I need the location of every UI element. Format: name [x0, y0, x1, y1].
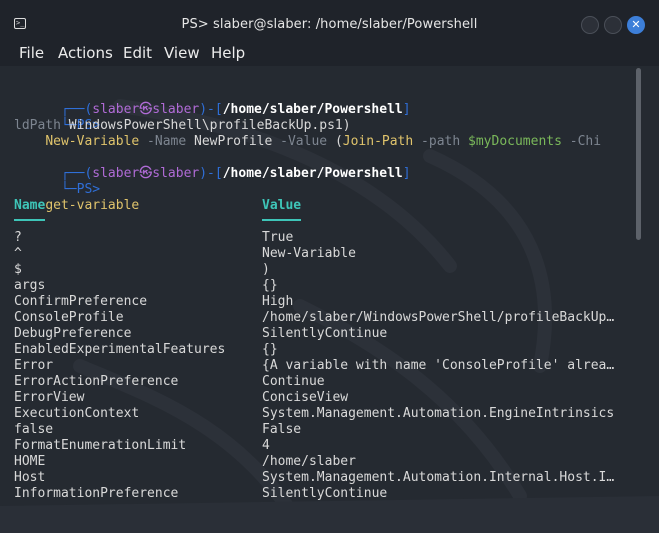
table-row: ^ New-Variable: [14, 246, 634, 262]
variable-name: ErrorActionPreference: [14, 374, 179, 389]
variable-value: System.Management.Automation.Internal.Ho…: [262, 470, 615, 485]
table-row: EnabledExperimentalFeatures {}: [14, 342, 634, 358]
table-row: ErrorActionPreference Continue: [14, 374, 634, 390]
variable-value: Continue: [262, 374, 325, 389]
command-token: NewProfile: [194, 134, 273, 149]
table-row: args {}: [14, 278, 634, 294]
table-row: Host System.Management.Automation.Interna…: [14, 470, 634, 486]
table-row: ExecutionContext System.Management.Automa…: [14, 406, 634, 422]
variable-value: True: [262, 230, 294, 245]
variable-value: ConciseView: [262, 390, 349, 405]
command-token: $myDocuments: [468, 134, 562, 149]
column-header-name: Name: [14, 198, 46, 213]
command-token: -Name: [139, 134, 195, 149]
menu-edit[interactable]: Edit: [123, 44, 152, 62]
variable-name: ConsoleProfile: [14, 310, 124, 325]
command-token: New-Variable: [45, 134, 140, 149]
variable-value: System.Management.Automation.EngineIntri…: [262, 406, 615, 421]
menu-bar: File Actions Edit View Help: [0, 38, 659, 66]
command-line-wrap: ldPath WindowsPowerShell\profileBackUp.p…: [14, 118, 351, 134]
header-underline: [262, 219, 301, 221]
table-row: FormatEnumerationLimit 4: [14, 438, 634, 454]
command-token: get-variable: [45, 198, 140, 213]
variable-value: /home/slaber: [262, 454, 356, 469]
variable-value: High: [262, 294, 294, 309]
table-row: false False: [14, 422, 634, 438]
variable-name: DebugPreference: [14, 326, 132, 341]
menu-view[interactable]: View: [164, 44, 200, 62]
table-row: ? True: [14, 230, 634, 246]
command-token: -Chi: [561, 134, 602, 149]
menu-actions[interactable]: Actions: [58, 44, 113, 62]
header-underline: [14, 219, 45, 221]
table-row: HOME/home/slaber: [14, 454, 634, 470]
variable-value: SilentlyContinue: [262, 486, 388, 501]
variable-name: ExecutionContext: [14, 406, 140, 421]
variable-value: {}: [262, 342, 278, 357]
table-row: ConfirmPreference High: [14, 294, 634, 310]
table-row: ErrorView ConciseView: [14, 390, 634, 406]
variable-name: EnabledExperimentalFeatures: [14, 342, 226, 357]
command-token: WindowsPowerShell\profileBackUp.ps1): [60, 118, 351, 133]
scrollbar-thumb[interactable]: [636, 68, 641, 240]
maximize-button[interactable]: [604, 16, 622, 34]
minimize-button[interactable]: [581, 16, 599, 34]
variable-name: FormatEnumerationLimit: [14, 438, 187, 453]
column-header-value: Value: [262, 198, 302, 213]
command-token: -Value: [272, 134, 335, 149]
variable-name: Host: [14, 470, 46, 485]
menu-file[interactable]: File: [19, 44, 44, 62]
terminal-window: >_ PS> slaber@slaber: /home/slaber/Power…: [0, 0, 659, 533]
variable-value: ): [262, 262, 270, 277]
variable-value: New-Variable: [262, 246, 356, 261]
variable-value: 4: [262, 438, 270, 453]
table-row: Error {A variable with name 'ConsoleProfi…: [14, 358, 634, 374]
variable-value: {A variable with name 'ConsoleProfile' a…: [262, 358, 615, 373]
terminal-output[interactable]: ┌──(slaber㉿slaber)-[/home/slaber/Powersh…: [0, 66, 659, 533]
table-row: DebugPreference SilentlyContinue: [14, 326, 634, 342]
command-token: ldPath: [14, 118, 61, 133]
window-title: PS> slaber@slaber: /home/slaber/Powershe…: [181, 17, 478, 32]
table-row: $): [14, 262, 634, 278]
variable-name: InformationPreference: [14, 486, 179, 501]
variable-name: args: [14, 278, 46, 293]
close-button[interactable]: ✕: [627, 16, 645, 34]
table-row: InformationPreference SilentlyContinue: [14, 486, 634, 502]
variable-name: HOME: [14, 454, 46, 469]
command-token: (: [334, 134, 343, 149]
variable-name: ?: [14, 230, 22, 245]
table-row: ConsoleProfile/home/slaber/WindowsPowerS…: [14, 310, 634, 326]
variable-value: SilentlyContinue: [262, 326, 388, 341]
variable-value: False: [262, 422, 302, 437]
close-icon: ✕: [631, 18, 641, 31]
variable-name: Error: [14, 358, 54, 373]
command-token: -path: [413, 134, 469, 149]
variable-value: {}: [262, 278, 278, 293]
variable-name: ^: [14, 246, 22, 261]
variable-name: ErrorView: [14, 390, 85, 405]
variable-name: false: [14, 422, 54, 437]
variable-name: $: [14, 262, 22, 277]
menu-help[interactable]: Help: [211, 44, 245, 62]
command-token: Join-Path: [342, 134, 414, 149]
title-bar[interactable]: >_ PS> slaber@slaber: /home/slaber/Power…: [0, 0, 659, 38]
variable-name: ConfirmPreference: [14, 294, 148, 309]
variable-value: /home/slaber/WindowsPowerShell/profileBa…: [262, 310, 615, 325]
